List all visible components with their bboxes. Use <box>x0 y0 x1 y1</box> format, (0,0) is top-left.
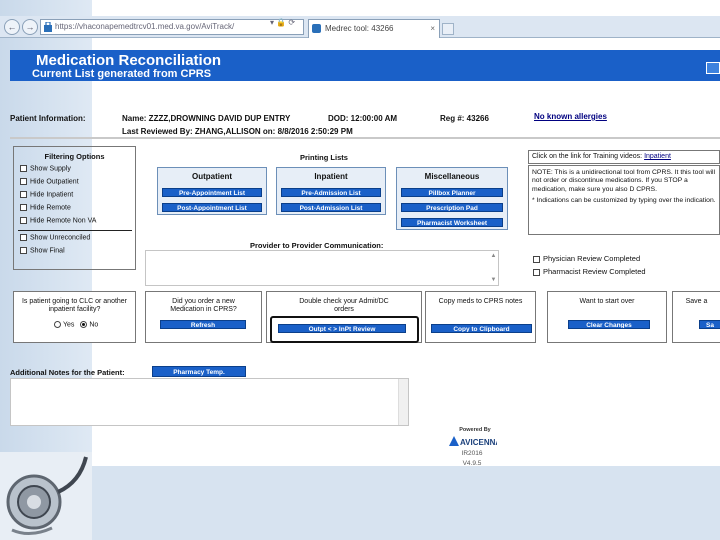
banner-corner-button[interactable] <box>706 62 720 74</box>
indications-note: * Indications can be customized by typin… <box>532 196 716 204</box>
highlight-callout-box <box>270 316 419 343</box>
version-text: V4.9.5 <box>462 460 482 467</box>
site-icon <box>44 22 52 32</box>
tool-note: NOTE: This is a unidirectional tool from… <box>528 165 720 235</box>
patient-dod: DOD: 12:00:00 AM <box>328 114 398 123</box>
new-medication-question: Did you order a new Medication in CPRS? <box>170 298 237 313</box>
clc-question-panel: Is patient going to CLC or another inpat… <box>13 291 136 343</box>
pillbox-planner-button[interactable]: Pillbox Planner <box>401 188 503 197</box>
notes-scrollbar[interactable] <box>398 379 408 425</box>
pharmacist-worksheet-button[interactable]: Pharmacist Worksheet <box>401 218 503 227</box>
tab-close-icon[interactable]: × <box>430 20 435 37</box>
patient-name: Name: ZZZZ,DROWNING DAVID DUP ENTRY <box>122 114 291 123</box>
filter-hide-remote-non-va[interactable]: Hide Remote Non VA <box>20 217 96 224</box>
allergy-link[interactable]: No known allergies <box>534 112 607 121</box>
app-subtitle: Current List generated from CPRS <box>32 68 212 80</box>
checkbox-icon[interactable] <box>533 268 540 276</box>
save-text: Save a <box>685 298 708 305</box>
checkbox-icon[interactable] <box>20 191 27 198</box>
new-medication-panel: Did you order a new Medication in CPRS? … <box>145 291 262 343</box>
back-icon[interactable]: ← <box>4 19 20 35</box>
patient-reg: Reg #: 43266 <box>440 114 489 123</box>
prescription-pad-button[interactable]: Prescription Pad <box>401 203 503 212</box>
checkbox-icon[interactable] <box>20 178 27 185</box>
provider-communication-title: Provider to Provider Communication: <box>250 241 384 250</box>
post-appointment-list-button[interactable]: Post-Appointment List <box>162 203 262 212</box>
app-banner: Medication Reconciliation Current List g… <box>10 50 720 81</box>
filter-show-supply[interactable]: Show Supply <box>20 165 71 172</box>
checkbox-icon[interactable] <box>20 247 27 254</box>
copy-meds-panel: Copy meds to CPRS notes Copy to Clipboar… <box>425 291 536 343</box>
yes-radio[interactable] <box>54 321 61 328</box>
physician-review-checkbox[interactable]: Physician Review Completed <box>533 254 640 263</box>
stethoscope-image <box>0 452 92 540</box>
checkbox-icon[interactable] <box>20 204 27 211</box>
divider <box>10 137 720 139</box>
pharmacy-temp-button[interactable]: Pharmacy Temp. <box>152 366 246 377</box>
filter-hide-remote[interactable]: Hide Remote <box>20 204 71 211</box>
browser-toolbar: ← → https://vhaconapemedtrcv01.med.va.go… <box>0 16 720 38</box>
slide-bottom-panel <box>92 466 720 540</box>
checkbox-icon[interactable] <box>20 165 27 172</box>
url-text: https://vhaconapemedtrcv01.med.va.gov/Av… <box>55 22 235 31</box>
address-bar[interactable]: https://vhaconapemedtrcv01.med.va.gov/Av… <box>40 19 304 35</box>
miscellaneous-panel: Miscellaneous Pillbox Planner Prescripti… <box>396 167 508 230</box>
copyright-text: IR2016 <box>461 450 483 457</box>
inpatient-title: Inpatient <box>314 172 348 181</box>
copy-to-clipboard-button[interactable]: Copy to Clipboard <box>431 324 532 333</box>
checkbox-icon[interactable] <box>533 255 540 263</box>
last-reviewed: Last Reviewed By: ZHANG,ALLISON on: 8/8/… <box>122 127 353 136</box>
patient-info-label: Patient Information: <box>10 114 86 123</box>
filtering-options-panel: Filtering Options Show Supply Hide Outpa… <box>13 146 136 270</box>
svg-text:AVICENNA: AVICENNA <box>460 438 497 447</box>
address-actions-icon[interactable]: ▾ 🔒 ⟳ <box>270 18 295 27</box>
save-panel: Save a Sa <box>672 291 720 343</box>
checkbox-icon[interactable] <box>20 217 27 224</box>
tab-title: Medrec tool: 43266 <box>325 24 394 33</box>
filter-title: Filtering Options <box>44 152 105 161</box>
additional-notes-textarea[interactable] <box>10 378 409 426</box>
tab-favicon-icon <box>312 24 321 33</box>
filter-hide-inpatient[interactable]: Hide Inpatient <box>20 191 73 198</box>
save-button[interactable]: Sa <box>699 320 720 329</box>
start-over-text: Want to start over <box>579 298 635 305</box>
scroll-up-icon[interactable]: ▲ <box>490 252 497 260</box>
no-radio[interactable] <box>80 321 88 328</box>
filter-hide-outpatient[interactable]: Hide Outpatient <box>20 178 79 185</box>
refresh-button[interactable]: Refresh <box>160 320 246 329</box>
double-check-text: Double check your Admit/DC orders <box>299 298 389 313</box>
filter-divider <box>18 230 132 231</box>
filter-show-unreconciled[interactable]: Show Unreconciled <box>20 234 90 241</box>
clc-radio-group: Yes No <box>54 321 98 328</box>
clear-changes-button[interactable]: Clear Changes <box>568 320 650 329</box>
unidirectional-note: NOTE: This is a unidirectional tool from… <box>532 169 716 193</box>
post-admission-list-button[interactable]: Post-Admission List <box>281 203 381 212</box>
avicenna-logo: AVICENNA <box>447 434 497 448</box>
additional-notes-label: Additional Notes for the Patient: <box>10 368 125 377</box>
forward-icon[interactable]: → <box>22 19 38 35</box>
outpatient-panel: Outpatient Pre-Appointment List Post-App… <box>157 167 267 215</box>
powered-by-text: Powered By <box>459 427 491 433</box>
provider-communication-textarea[interactable]: ▲ ▼ <box>145 250 499 286</box>
app-title: Medication Reconciliation <box>36 52 222 69</box>
inpatient-panel: Inpatient Pre-Admission List Post-Admiss… <box>276 167 386 215</box>
clc-question: Is patient going to CLC or another inpat… <box>21 298 128 313</box>
inpatient-training-link[interactable]: Inpatient <box>644 153 671 160</box>
new-tab-button[interactable] <box>442 23 454 35</box>
training-videos-note: Click on the link for Training videos: I… <box>528 150 720 164</box>
filter-show-final[interactable]: Show Final <box>20 247 65 254</box>
browser-tab[interactable]: Medrec tool: 43266 × <box>308 19 440 38</box>
scroll-down-icon[interactable]: ▼ <box>490 276 497 284</box>
pharmacist-review-checkbox[interactable]: Pharmacist Review Completed <box>533 267 646 276</box>
checkbox-icon[interactable] <box>20 234 27 241</box>
pre-appointment-list-button[interactable]: Pre-Appointment List <box>162 188 262 197</box>
copy-meds-text: Copy meds to CPRS notes <box>438 298 523 305</box>
outpatient-title: Outpatient <box>192 172 232 181</box>
start-over-panel: Want to start over Clear Changes <box>547 291 667 343</box>
printing-lists-title: Printing Lists <box>300 153 348 162</box>
miscellaneous-title: Miscellaneous <box>424 172 480 181</box>
pre-admission-list-button[interactable]: Pre-Admission List <box>281 188 381 197</box>
